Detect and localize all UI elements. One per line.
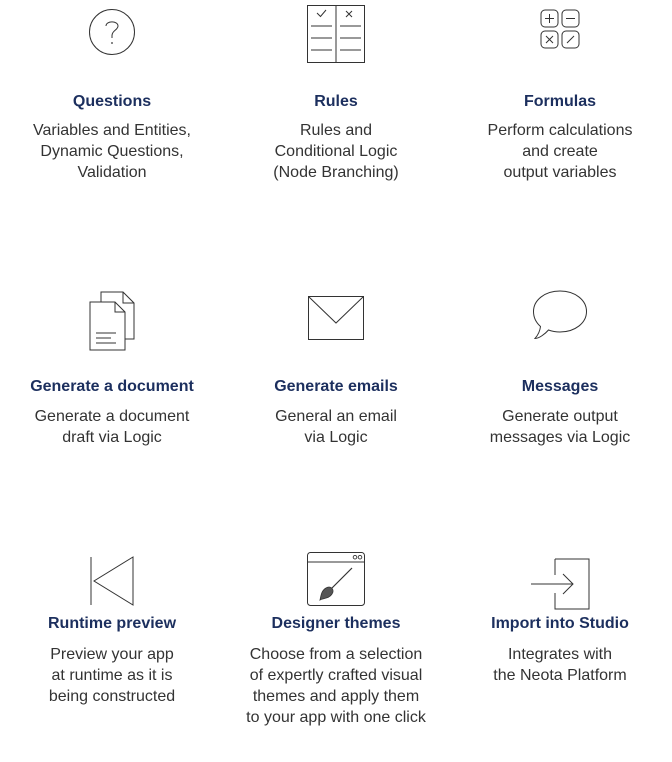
rules-checklist-icon <box>307 5 365 63</box>
play-back-icon <box>90 556 134 606</box>
feature-title: Rules <box>314 93 358 110</box>
feature-formulas: Formulas Perform calculations and create… <box>448 0 672 254</box>
feature-messages: Messages Generate output messages via Lo… <box>448 254 672 508</box>
feature-description: General an email via Logic <box>275 408 397 446</box>
feature-title: Designer themes <box>271 615 401 632</box>
math-operators-icon <box>540 9 580 49</box>
feature-import-into-studio: Import into Studio Integrates with the N… <box>448 508 672 762</box>
feature-description: Rules and Conditional Logic (Node Branch… <box>273 122 399 181</box>
envelope-icon <box>308 296 364 340</box>
feature-description: Perform calculations and create output v… <box>487 122 633 181</box>
question-circle-icon <box>89 9 135 55</box>
feature-description: Generate a document draft via Logic <box>34 408 190 446</box>
document-pages-icon <box>89 291 135 351</box>
feature-title: Import into Studio <box>491 615 629 632</box>
feature-description: Integrates with the Neota Platform <box>493 646 627 684</box>
feature-description: Preview your app at runtime as it is bei… <box>48 646 176 705</box>
feature-title: Runtime preview <box>47 615 177 632</box>
feature-title: Questions <box>72 93 152 110</box>
feature-questions: Questions Variables and Entities, Dynami… <box>0 0 224 254</box>
feature-description: Generate output messages via Logic <box>489 408 631 446</box>
feature-runtime-preview: Runtime preview Preview your app at runt… <box>0 508 224 762</box>
speech-bubble-icon <box>532 290 588 340</box>
features-grid: Questions Variables and Entities, Dynami… <box>0 0 672 762</box>
feature-description: Choose from a selection of expertly craf… <box>246 646 426 726</box>
feature-title: Generate emails <box>274 378 398 395</box>
feature-title: Messages <box>521 378 599 395</box>
feature-rules: Rules Rules and Conditional Logic (Node … <box>224 0 448 254</box>
feature-description: Variables and Entities, Dynamic Question… <box>32 122 191 181</box>
feature-designer-themes: Designer themes Choose from a selection … <box>224 508 448 762</box>
browser-brush-icon <box>307 552 365 606</box>
import-arrow-icon <box>531 558 590 610</box>
feature-title: Generate a document <box>30 378 194 395</box>
feature-generate-document: Generate a document Generate a document … <box>0 254 224 508</box>
feature-title: Formulas <box>523 93 596 110</box>
feature-generate-emails: Generate emails General an email via Log… <box>224 254 448 508</box>
